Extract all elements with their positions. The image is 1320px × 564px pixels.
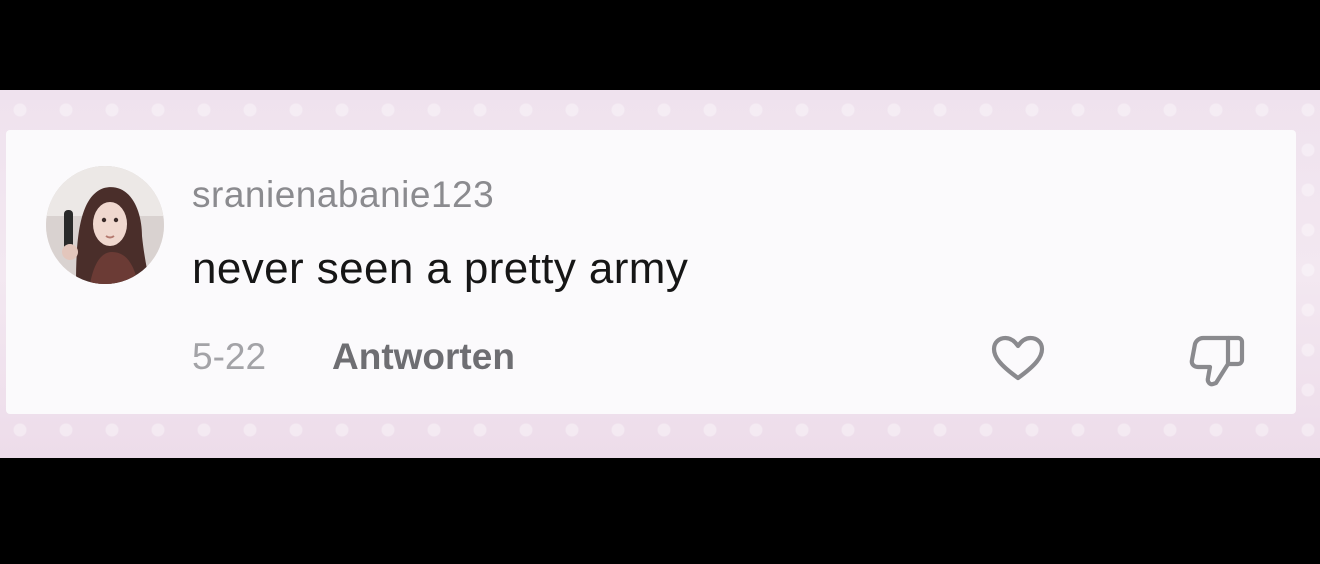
dislike-button[interactable] (1188, 332, 1246, 388)
comment-text: never seen a pretty army (192, 244, 689, 293)
comment-date: 5-22 (192, 336, 267, 377)
thumbs-down-outline-icon (1189, 335, 1245, 387)
comment-username[interactable]: sranienabanie123 (192, 174, 494, 216)
comment-frame: sranienabanie123 never seen a pretty arm… (0, 90, 1320, 458)
user-avatar[interactable] (46, 166, 164, 284)
avatar-image (46, 166, 164, 284)
comment-card: sranienabanie123 never seen a pretty arm… (6, 130, 1296, 414)
like-button[interactable] (990, 334, 1046, 384)
reply-button[interactable]: Antworten (332, 336, 515, 378)
heart-outline-icon (991, 335, 1045, 381)
